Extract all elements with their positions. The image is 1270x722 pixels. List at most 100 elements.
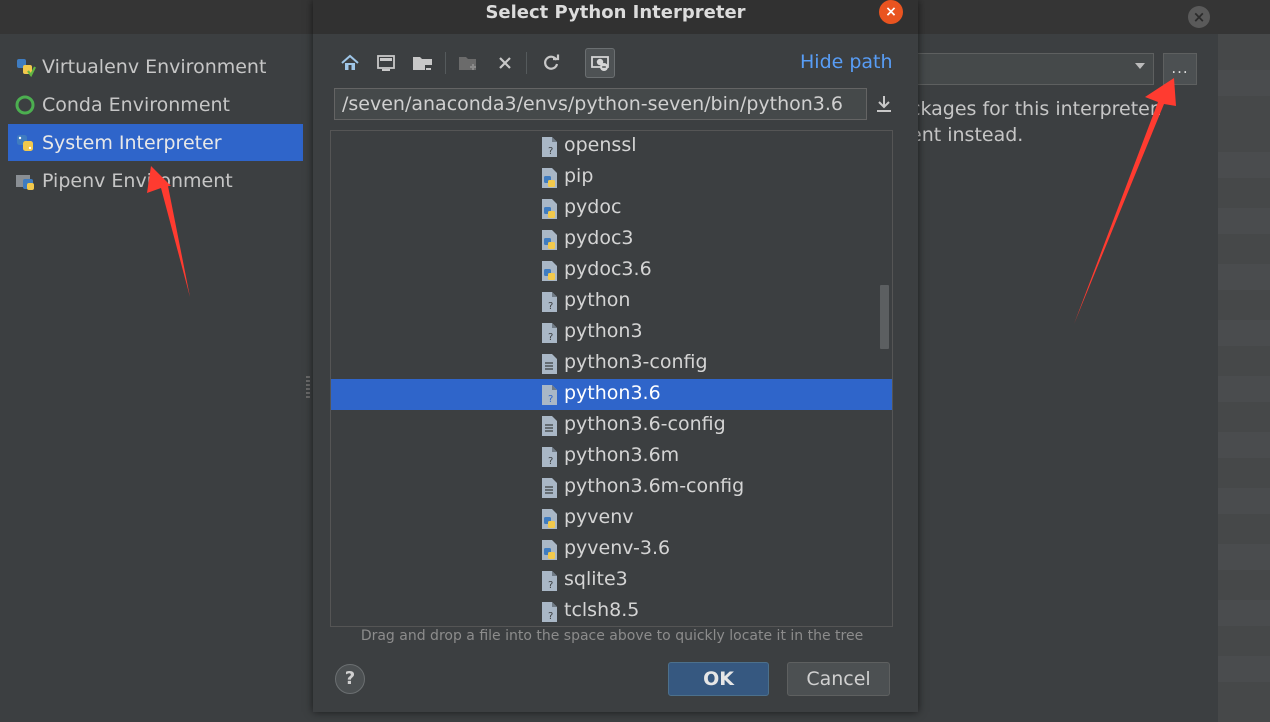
file-row[interactable]: ? python3.6m — [331, 441, 892, 472]
hide-path-link[interactable]: Hide path — [800, 51, 893, 73]
home-button[interactable] — [335, 48, 365, 78]
executable-file-icon: ? — [542, 292, 557, 312]
tree-scrollbar-thumb[interactable] — [880, 285, 889, 349]
svg-text:?: ? — [548, 394, 553, 405]
text-file-icon — [542, 478, 557, 498]
sidebar-item-pipenv[interactable]: Pipenv Environment — [8, 162, 303, 199]
file-row[interactable]: pydoc — [331, 193, 892, 224]
file-row[interactable]: pydoc3 — [331, 224, 892, 255]
sidebar-item-label: System Interpreter — [42, 131, 222, 154]
project-folder-icon — [413, 57, 432, 71]
show-hidden-files-button[interactable] — [585, 48, 615, 78]
svg-text:?: ? — [548, 332, 553, 343]
download-icon — [877, 96, 891, 112]
background-right-panel — [1218, 34, 1270, 722]
file-name: python3.6m — [564, 444, 680, 466]
python-file-icon — [542, 540, 557, 560]
executable-file-icon: ? — [542, 385, 557, 405]
file-row-selected[interactable]: ? python3.6 — [331, 379, 892, 410]
ok-button[interactable]: OK — [668, 662, 769, 696]
text-file-icon — [542, 416, 557, 436]
file-name: pydoc3 — [564, 227, 634, 249]
file-name: python3 — [564, 320, 643, 342]
svg-text:?: ? — [548, 611, 553, 622]
file-name: python3.6 — [564, 382, 661, 404]
file-row[interactable]: python3.6-config — [331, 410, 892, 441]
conda-ring-icon — [15, 95, 35, 114]
file-row[interactable]: ? python — [331, 286, 892, 317]
file-name: pyvenv — [564, 506, 634, 528]
file-name: python3-config — [564, 351, 708, 373]
file-row[interactable]: pydoc3.6 — [331, 255, 892, 286]
delete-icon — [499, 57, 511, 69]
file-row[interactable]: ? openssl — [331, 131, 892, 162]
executable-file-icon: ? — [542, 571, 557, 591]
executable-file-icon: ? — [542, 137, 557, 157]
file-name: python3.6-config — [564, 413, 726, 435]
browse-interpreter-button[interactable]: ... — [1163, 53, 1197, 85]
file-row[interactable]: python3.6m-config — [331, 472, 892, 503]
interpreter-combobox[interactable] — [910, 53, 1154, 85]
file-row[interactable]: ? sqlite3 — [331, 565, 892, 596]
sidebar-item-conda[interactable]: Conda Environment — [8, 86, 303, 123]
python-file-icon — [542, 230, 557, 250]
sidebar-item-virtualenv[interactable]: Virtualenv Environment — [8, 48, 303, 85]
file-tree[interactable]: ? openssl pip pydoc pydoc3 pydoc3.6 ? py… — [330, 130, 893, 627]
new-folder-icon — [459, 57, 476, 70]
executable-file-icon: ? — [542, 602, 557, 622]
file-name: pip — [564, 165, 594, 187]
file-name: openssl — [564, 134, 637, 156]
dialog-title: Select Python Interpreter — [485, 2, 746, 23]
delete-button[interactable] — [490, 48, 520, 78]
file-row[interactable]: pip — [331, 162, 892, 193]
file-row[interactable]: pyvenv — [331, 503, 892, 534]
close-icon[interactable]: × — [879, 0, 903, 24]
sidebar-item-label: Virtualenv Environment — [42, 55, 267, 78]
python-file-icon — [542, 168, 557, 188]
chevron-down-icon — [1135, 63, 1145, 69]
sidebar-item-system-interpreter[interactable]: System Interpreter — [8, 124, 303, 161]
sidebar-item-label: Pipenv Environment — [42, 169, 233, 192]
background-close-icon[interactable]: × — [1188, 6, 1210, 28]
sidebar-item-label: Conda Environment — [42, 93, 230, 116]
pipenv-icon — [16, 174, 34, 190]
show-hidden-icon — [591, 56, 609, 71]
file-row[interactable]: ? tclsh8.5 — [331, 596, 892, 626]
select-interpreter-dialog: Select Python Interpreter × Hide path /s… — [313, 0, 918, 712]
cancel-button[interactable]: Cancel — [787, 662, 890, 696]
interpreter-warning-line2: ent instead. — [910, 124, 1024, 146]
file-name: pyvenv-3.6 — [564, 537, 671, 559]
file-name: python3.6m-config — [564, 475, 745, 497]
drag-drop-hint: Drag and drop a file into the space abov… — [360, 628, 864, 644]
file-name: pydoc3.6 — [564, 258, 652, 280]
help-button[interactable]: ? — [335, 664, 365, 694]
path-field[interactable]: /seven/anaconda3/envs/python-seven/bin/p… — [334, 88, 867, 120]
python-file-icon — [542, 509, 557, 529]
file-name: sqlite3 — [564, 568, 628, 590]
svg-text:?: ? — [548, 301, 553, 312]
file-name: pydoc — [564, 196, 622, 218]
refresh-button[interactable] — [536, 48, 566, 78]
file-name: python — [564, 289, 631, 311]
svg-text:?: ? — [548, 580, 553, 591]
project-button[interactable] — [408, 48, 438, 78]
python-file-icon — [542, 261, 557, 281]
interpreter-warning-line1: ckages for this interpreter. — [910, 98, 1162, 120]
file-row[interactable]: python3-config — [331, 348, 892, 379]
executable-file-icon: ? — [542, 323, 557, 343]
python-file-icon — [542, 199, 557, 219]
svg-text:?: ? — [548, 456, 553, 467]
new-folder-button[interactable] — [454, 48, 484, 78]
file-row[interactable]: ? python3 — [331, 317, 892, 348]
desktop-icon — [377, 55, 395, 71]
desktop-button[interactable] — [371, 48, 401, 78]
file-row[interactable]: pyvenv-3.6 — [331, 534, 892, 565]
python-icon — [17, 134, 33, 151]
refresh-icon — [544, 54, 560, 70]
home-icon — [341, 54, 359, 70]
file-name: tclsh8.5 — [564, 599, 640, 621]
svg-text:?: ? — [548, 146, 553, 157]
splitter-handle[interactable] — [306, 376, 310, 398]
download-button[interactable] — [873, 93, 895, 115]
executable-file-icon: ? — [542, 447, 557, 467]
